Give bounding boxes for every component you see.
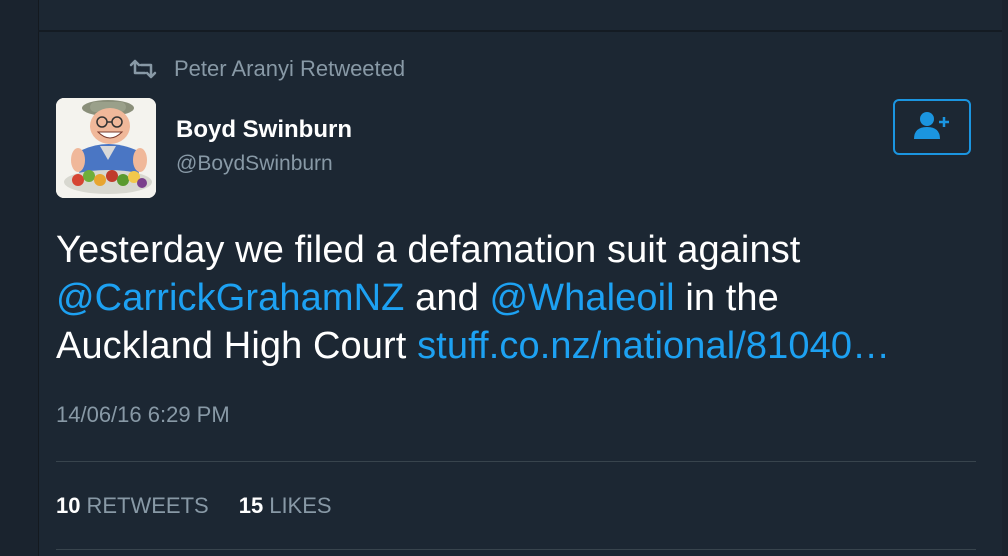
tweet-link[interactable]: stuff.co.nz/national/81040…: [417, 325, 890, 367]
retweets-count: 10: [56, 493, 81, 518]
tweet-line-1: Yesterday we filed a defamation suit aga…: [56, 229, 801, 271]
tweet-detail-page: Peter Aranyi Retweeted Boyd Swinburn @Bo…: [0, 0, 1008, 556]
tweet-line-2: @CarrickGrahamNZ and @Whaleoil in the: [56, 274, 986, 322]
tweet-in-the-text: in the: [674, 277, 779, 319]
retweet-context: Peter Aranyi Retweeted: [128, 54, 405, 84]
retweet-icon: [128, 59, 158, 79]
right-gutter: [1002, 0, 1008, 556]
stats-divider-top: [56, 461, 976, 462]
retweet-context-text[interactable]: Peter Aranyi Retweeted: [174, 56, 405, 82]
follow-button[interactable]: [893, 99, 971, 155]
tweet-and-text: and: [404, 277, 490, 319]
retweets-label: RETWEETS: [86, 493, 209, 518]
mention-whaleoil[interactable]: @Whaleoil: [489, 277, 674, 319]
author-name[interactable]: Boyd Swinburn: [176, 116, 352, 144]
tweet-line-3-text: Auckland High Court: [56, 325, 418, 367]
likes-stat[interactable]: 15 LIKES: [239, 493, 332, 519]
likes-label: LIKES: [269, 493, 332, 518]
stats-divider-bottom: [56, 549, 976, 550]
top-divider: [38, 30, 1002, 32]
mention-carrickgrahamnz[interactable]: @CarrickGrahamNZ: [56, 277, 404, 319]
retweets-stat[interactable]: 10 RETWEETS: [56, 493, 209, 519]
tweet-line-3: Auckland High Court stuff.co.nz/national…: [56, 322, 986, 370]
avatar-caricature-image: [56, 98, 156, 198]
tweet-text: Yesterday we filed a defamation suit aga…: [56, 226, 986, 370]
likes-count: 15: [238, 493, 264, 518]
follow-user-icon: [913, 110, 951, 145]
author-handle[interactable]: @BoydSwinburn: [176, 152, 333, 176]
avatar[interactable]: [56, 98, 156, 198]
tweet-stats: 10 RETWEETS 15 LIKES: [56, 491, 332, 521]
left-gutter: [0, 0, 39, 556]
tweet-timestamp[interactable]: 14/06/16 6:29 PM: [56, 402, 230, 428]
